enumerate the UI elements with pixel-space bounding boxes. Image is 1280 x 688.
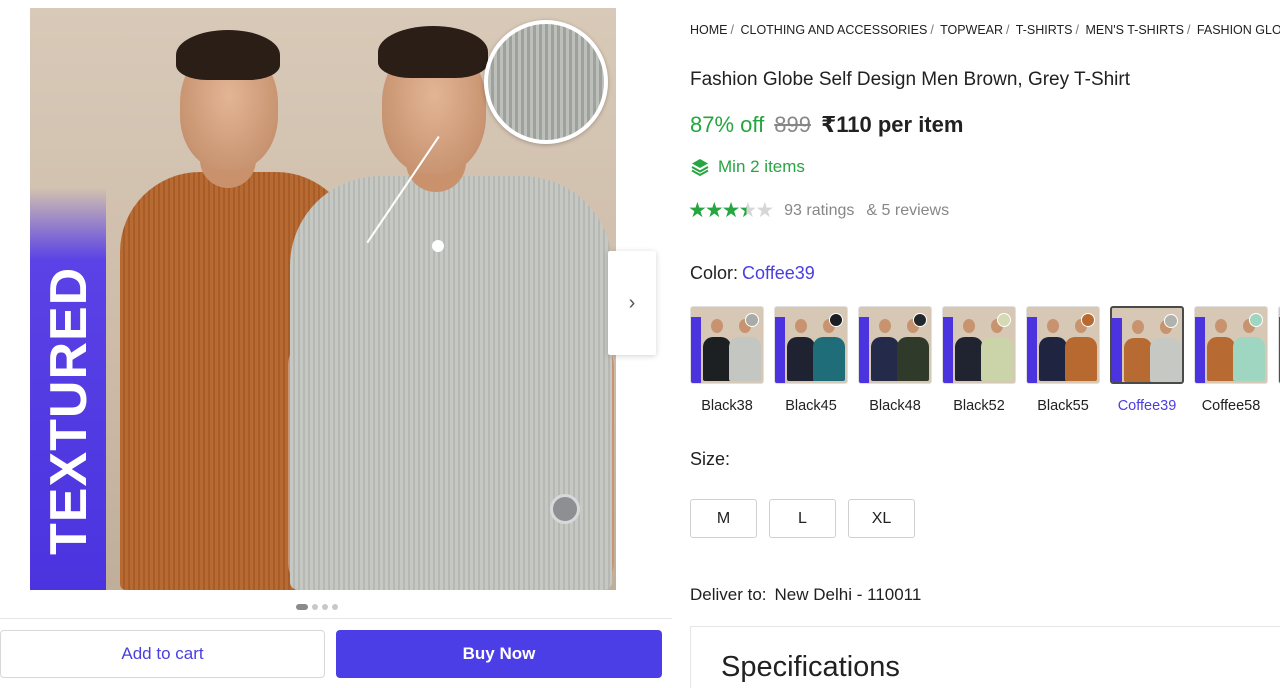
original-price: 899 xyxy=(774,112,811,137)
color-swatch[interactable]: Black55 xyxy=(1026,306,1100,414)
star-rating: ★★★★★ xyxy=(688,198,774,223)
size-option-xl[interactable]: XL xyxy=(848,499,915,538)
specifications-section: Specifications xyxy=(690,626,1280,688)
chevron-right-icon: › xyxy=(628,291,636,314)
delivery-location[interactable]: Deliver to: New Delhi - 110011 xyxy=(690,585,921,605)
selling-price: ₹110 per item xyxy=(820,112,964,137)
swatch-thumbnail xyxy=(1026,306,1100,384)
carousel-dot[interactable] xyxy=(332,604,338,610)
swatch-label: Black55 xyxy=(1037,398,1089,414)
breadcrumb-item[interactable]: T-SHIRTS xyxy=(1016,23,1073,37)
swatch-thumbnail xyxy=(690,306,764,384)
color-swatch[interactable]: Black45 xyxy=(774,306,848,414)
min-quantity-note: Min 2 items xyxy=(690,157,805,177)
swatch-thumbnail xyxy=(774,306,848,384)
textured-badge: TEXTURED xyxy=(40,266,98,555)
breadcrumb-item[interactable]: MEN'S T-SHIRTS xyxy=(1085,23,1183,37)
swatch-thumbnail xyxy=(858,306,932,384)
min-items-text: Min 2 items xyxy=(718,157,805,176)
delivery-address: New Delhi - 110011 xyxy=(774,585,922,604)
swatch-label: Black38 xyxy=(701,398,753,414)
carousel-dot[interactable] xyxy=(312,604,318,610)
ratings-count: 93 ratings xyxy=(784,201,855,219)
deliver-label: Deliver to: xyxy=(690,585,767,604)
carousel-dot[interactable] xyxy=(296,604,308,610)
product-image[interactable]: TEXTURED xyxy=(30,8,616,590)
selected-color: Coffee39 xyxy=(742,263,815,283)
size-option-l[interactable]: L xyxy=(769,499,836,538)
size-label: Size: xyxy=(690,449,731,469)
fabric-zoom-callout xyxy=(484,20,608,144)
wristwatch xyxy=(550,494,580,524)
color-swatch[interactable]: Coffee58 xyxy=(1194,306,1268,414)
breadcrumb-item[interactable]: FASHION GLOBE MI xyxy=(1197,23,1280,37)
carousel-dots xyxy=(296,604,338,610)
swatch-label: Black45 xyxy=(785,398,837,414)
zoom-callout-dot xyxy=(432,240,444,252)
star-half-icon: ★ xyxy=(738,199,757,222)
color-swatch[interactable]: Black38 xyxy=(690,306,764,414)
rating-summary[interactable]: ★★★★★ 93 ratings & 5 reviews xyxy=(688,198,949,223)
size-option-m[interactable]: M xyxy=(690,499,757,538)
swatch-thumbnail xyxy=(1194,306,1268,384)
reviews-count: & 5 reviews xyxy=(866,201,950,219)
swatch-label: Black52 xyxy=(953,398,1005,414)
buy-now-button[interactable]: Buy Now xyxy=(336,630,662,678)
add-to-cart-button[interactable]: Add to cart xyxy=(0,630,325,678)
product-title: Fashion Globe Self Design Men Brown, Gre… xyxy=(690,69,1131,90)
star-icon: ★ xyxy=(704,199,724,222)
next-image-button[interactable]: › xyxy=(608,251,656,355)
star-icon: ★ xyxy=(721,199,741,222)
breadcrumb: HOME / CLOTHING AND ACCESSORIES / TOPWEAR /… xyxy=(690,23,1280,37)
color-swatch[interactable]: Black48 xyxy=(858,306,932,414)
layers-icon xyxy=(691,159,709,177)
breadcrumb-item[interactable]: HOME xyxy=(690,23,728,37)
color-swatch[interactable]: Black52 xyxy=(942,306,1016,414)
color-options: Black38 Black45 Black48 Black52 Black55 Coffe… xyxy=(690,306,1280,416)
price-row: 87% off 899 ₹110 per item xyxy=(690,112,963,138)
star-icon: ★ xyxy=(688,199,707,222)
swatch-label: Coffee58 xyxy=(1201,398,1261,414)
breadcrumb-item[interactable]: TOPWEAR xyxy=(940,23,1003,37)
star-empty-icon: ★ xyxy=(755,199,774,222)
color-swatch[interactable]: Coffee39 xyxy=(1110,306,1184,414)
carousel-dot[interactable] xyxy=(322,604,328,610)
breadcrumb-item[interactable]: CLOTHING AND ACCESSORIES xyxy=(740,23,927,37)
discount-percent: 87% off xyxy=(690,112,765,137)
swatch-label: Black48 xyxy=(869,398,921,414)
swatch-thumbnail xyxy=(1110,306,1184,384)
specifications-title: Specifications xyxy=(721,651,900,683)
divider xyxy=(0,618,672,619)
swatch-thumbnail xyxy=(942,306,1016,384)
swatch-label: Coffee39 xyxy=(1117,398,1177,414)
size-options: M L XL xyxy=(690,499,915,538)
color-label: Color: Coffee39 xyxy=(690,263,815,283)
